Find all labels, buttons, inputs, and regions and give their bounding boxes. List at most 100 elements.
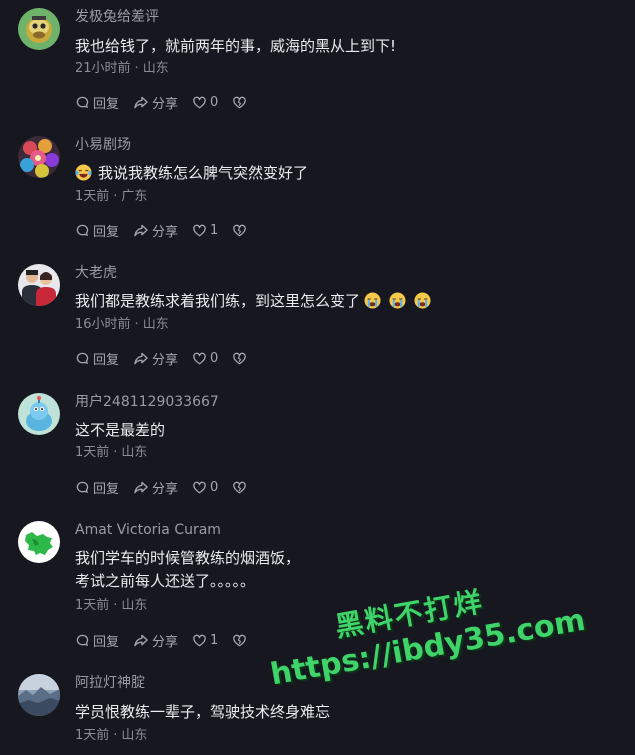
broken-heart-icon [233,634,247,646]
dislike-button[interactable] [232,351,250,366]
comment-text-line: 我们学车的时候管教练的烟酒饭， [75,549,301,567]
comment-time: 1天前 [75,728,110,743]
like-count: 1 [210,222,219,238]
comment-time: 1天前 [75,445,110,460]
reply-label: 回复 [93,352,120,368]
comment-text: 我说我教练怎么脾气突然变好了 [75,162,308,185]
comment-actions: 回复 分享 1 [75,631,264,650]
share-button[interactable]: 分享 [133,221,178,240]
reply-label: 回复 [93,224,120,240]
watermark: 黑料不打烊 https://ibdy35.com [261,563,595,727]
comment-actions: 回复 分享 1 [75,221,264,240]
like-count: 1 [210,632,219,648]
reply-icon [76,481,89,493]
crying-face-emoji [364,292,381,309]
reply-button[interactable]: 回复 [75,221,119,240]
reply-button[interactable]: 回复 [75,478,119,497]
laughing-tears-emoji [75,164,92,181]
comment-time: 1天前 [75,189,110,204]
broken-heart-icon [233,96,247,108]
comment-username[interactable]: 发极兔给差评 [75,8,159,26]
broken-heart-icon [233,481,247,493]
crying-face-emoji [389,292,406,309]
comment-text: 我们都是教练求着我们练，到这里怎么变了 [75,290,435,313]
reply-label: 回复 [93,96,120,112]
comment-text-line: 考试之前每人还送了。。。。。 [75,572,256,590]
share-button[interactable]: 分享 [133,631,178,650]
crying-face-emoji [414,292,431,309]
user-avatar[interactable] [18,136,60,178]
share-label: 分享 [152,352,179,368]
share-label: 分享 [152,224,179,240]
comment-meta: 16小时前 · 山东 [75,317,169,333]
comment-text: 我也给钱了，就前两年的事，威海的黑从上到下! [75,35,396,58]
user-avatar[interactable] [18,674,60,716]
reply-button[interactable]: 回复 [75,93,119,112]
like-button[interactable]: 0 [192,351,218,366]
comment-location: 山东 [121,445,148,460]
comment-meta: 1天前 · 山东 [75,728,147,744]
share-label: 分享 [152,481,179,497]
heart-icon [193,634,206,646]
comment-meta: 1天前 · 山东 [75,445,147,461]
meta-separator: · [113,189,118,204]
like-button[interactable]: 0 [192,95,218,110]
heart-icon [193,224,206,236]
like-button[interactable]: 1 [192,223,218,238]
like-button[interactable]: 1 [192,633,218,648]
comment-time: 21小时前 [75,61,131,76]
share-icon [134,481,148,493]
comment-username[interactable]: 小易剧场 [75,136,131,154]
share-icon [134,352,148,364]
reply-label: 回复 [93,634,120,650]
user-avatar[interactable] [18,521,60,563]
comment-text-line: 我说我教练怎么脾气突然变好了 [98,164,309,182]
comment-text: 这不是最差的 [75,419,165,442]
comment-actions: 回复 分享 0 [75,349,264,368]
comment-location: 广东 [121,189,148,204]
reply-icon [76,634,89,646]
reply-label: 回复 [93,481,120,497]
user-avatar[interactable] [18,8,60,50]
comment-location: 山东 [121,598,148,613]
meta-separator: · [134,61,139,76]
comment-text-line: 我们都是教练求着我们练，到这里怎么变了 [75,292,361,310]
meta-separator: · [113,445,118,460]
meta-separator: · [113,598,118,613]
comment-location: 山东 [142,317,169,332]
comment-meta: 1天前 · 广东 [75,189,147,205]
comment-actions: 回复 分享 0 [75,478,264,497]
share-icon [134,96,148,108]
meta-separator: · [113,728,118,743]
heart-icon [193,352,206,364]
comment-text-line: 我们都是教练求着我们练，到这里怎么变了 [75,290,435,313]
like-count: 0 [210,94,219,110]
comment-time: 16小时前 [75,317,131,332]
like-button[interactable]: 0 [192,480,218,495]
comment-text-line: 我也给钱了，就前两年的事，威海的黑从上到下! [75,37,397,55]
comment-text-line: 这不是最差的 [75,421,166,439]
dislike-button[interactable] [232,480,250,495]
dislike-button[interactable] [232,633,250,648]
user-avatar[interactable] [18,393,60,435]
reply-icon [76,224,89,236]
comment-username[interactable]: 用户2481129033667 [75,393,219,411]
user-avatar[interactable] [18,264,60,306]
comment-location: 山东 [121,728,148,743]
reply-button[interactable]: 回复 [75,631,119,650]
broken-heart-icon [233,224,247,236]
comment-username[interactable]: 大老虎 [75,264,117,282]
share-button[interactable]: 分享 [133,478,178,497]
meta-separator: · [134,317,139,332]
dislike-button[interactable] [232,95,250,110]
comment-username[interactable]: 阿拉灯神腚 [75,674,145,692]
share-icon [134,634,148,646]
reply-button[interactable]: 回复 [75,349,119,368]
comment-username[interactable]: Amat Victoria Curam [75,521,221,539]
share-label: 分享 [152,96,179,112]
comment-meta: 21小时前 · 山东 [75,61,169,77]
share-icon [134,224,148,236]
share-button[interactable]: 分享 [133,349,178,368]
share-button[interactable]: 分享 [133,93,178,112]
dislike-button[interactable] [232,223,250,238]
